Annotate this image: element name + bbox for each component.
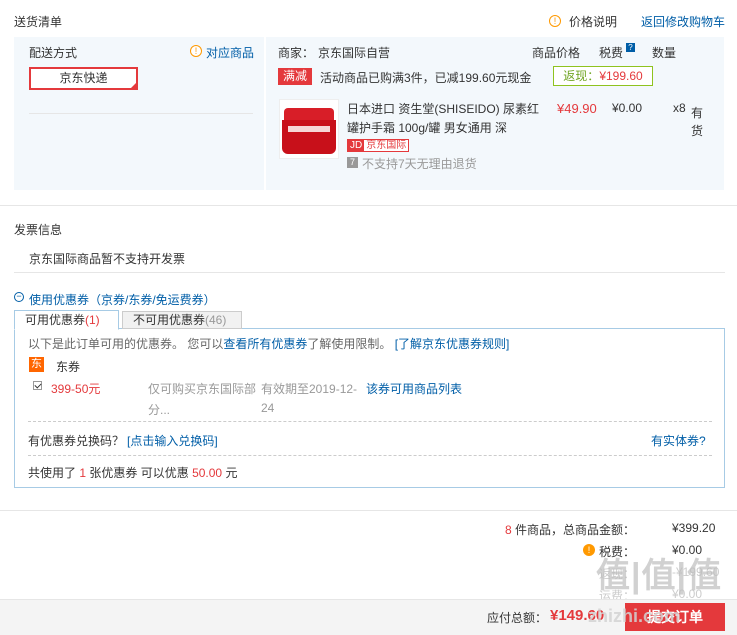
coupon-goods-list-link[interactable]: 该券可用商品列表 [366, 380, 462, 397]
no-return-text: 不支持7天无理由退货 [362, 157, 477, 171]
promo-tag: 满减 [278, 68, 312, 85]
coupon-section-toggle[interactable]: 使用优惠券（京券/东券/免运费券） [29, 291, 216, 308]
divider [28, 421, 712, 422]
col-qty-header: 数量 [652, 46, 677, 60]
coupon-expiry-line1: 有效期至2019-12- [261, 382, 358, 396]
selected-corner-icon [129, 81, 138, 90]
summary-count: 1 [79, 466, 87, 480]
price-explain-link[interactable]: 价格说明 [569, 13, 617, 30]
tax-info-icon[interactable]: ! [583, 544, 595, 556]
goods-count-label: 8 件商品，总商品金额： [505, 521, 635, 538]
divider [0, 205, 737, 206]
cashback-value: ¥199.60 [599, 69, 643, 83]
col-tax-header: 税费 [599, 46, 624, 60]
jd-logo-icon: JD [348, 140, 365, 151]
tab-count: (46) [205, 313, 227, 327]
summary-amount: 50.00 [192, 466, 223, 480]
tab-count: (1) [85, 313, 100, 327]
coupon-summary: 共使用了 1 张优惠券 可以优惠 50.00 元 [28, 464, 237, 481]
tab-label: 不可用优惠券 [133, 313, 206, 327]
tab-available-coupons[interactable]: 可用优惠券(1) [14, 310, 119, 330]
item-price: ¥49.90 [557, 101, 597, 116]
delivery-option-jd-express[interactable]: 京东快递 [29, 67, 138, 90]
goods-amount: ¥399.20 [672, 521, 716, 535]
physical-coupon-link[interactable]: 有实体券? [651, 432, 706, 449]
jar-lid-shape [284, 108, 334, 120]
view-all-coupons-link[interactable]: 查看所有优惠券 [223, 337, 307, 351]
info-icon: ! [190, 45, 202, 57]
promo-text: 活动商品已购满3件，已减199.60元现金 [320, 71, 532, 85]
product-title-link[interactable]: 日本进口 资生堂(SHISEIDO) 尿素红罐护手霜 100g/罐 男女通用 深 [347, 100, 542, 138]
coupon-value: 399-50元 [51, 382, 101, 396]
item-qty: x8 [673, 101, 686, 115]
invoice-note: 京东国际商品暂不支持开发票 [29, 252, 186, 266]
tab-label: 可用优惠券 [25, 313, 86, 327]
summary-3: 元 [225, 466, 238, 480]
coupon-scope-line1: 仅可购买京东国际部 [148, 382, 257, 396]
corresponding-goods-link[interactable]: 对应商品 [206, 44, 254, 61]
redeem-code-link[interactable]: [点击输入兑换码] [127, 432, 218, 449]
back-to-cart-link[interactable]: 返回修改购物车 [641, 13, 725, 30]
summary-2: 张优惠券 可以优惠 [89, 466, 189, 480]
merchant-name: 京东国际自营 [318, 46, 391, 60]
goods-count: 8 [505, 523, 512, 537]
delivery-option-label: 京东快递 [59, 71, 108, 85]
delivery-label: 配送方式 [29, 46, 78, 60]
watermark-logo: 值|值|值 [596, 557, 723, 595]
product-image[interactable] [279, 99, 339, 159]
desc-suffix: 了解使用限制。 [307, 337, 392, 351]
watermark-site: zhizhi.com [588, 606, 681, 626]
item-tax: ¥0.00 [612, 101, 643, 115]
coupon-expiry-line2: 24 [261, 401, 275, 415]
coupon-checkbox[interactable] [33, 381, 42, 390]
coupon-scope-line2: 分... [148, 403, 171, 417]
divider [29, 113, 253, 114]
section-title-delivery: 送货清单 [14, 15, 63, 29]
jar-label-shape [288, 126, 330, 132]
help-icon[interactable]: ? [626, 43, 635, 52]
invoice-title: 发票信息 [14, 223, 63, 237]
goods-count-text: 件商品，总商品金额： [515, 523, 636, 537]
desc-prefix: 以下是此订单可用的优惠券。 您可以 [28, 337, 224, 351]
tab-underline [14, 328, 725, 329]
divider [0, 510, 737, 511]
merchant-label: 商家： [278, 46, 315, 60]
intl-tag-label: 京东国际 [366, 140, 407, 151]
tab-unavailable-coupons[interactable]: 不可用优惠券(46) [122, 311, 242, 329]
col-price-header: 商品价格 [532, 46, 581, 60]
jd-international-tag: JD 京东国际 [347, 139, 410, 152]
coupon-desc: 以下是此订单可用的优惠券。 您可以查看所有优惠券了解使用限制。 [了解京东优惠券… [28, 335, 509, 352]
dong-coupon-icon: 东 [29, 357, 44, 372]
collapse-icon[interactable]: − [14, 292, 24, 302]
info-icon: ! [549, 15, 561, 27]
coupon-rules-link[interactable]: [了解京东优惠券规则] [395, 337, 510, 351]
divider [28, 455, 712, 456]
dong-coupon-label: 东券 [56, 360, 81, 374]
cashback-label: 返现： [563, 69, 600, 83]
no-return-icon: 7 [347, 157, 358, 168]
payable-label: 应付总额： [487, 611, 548, 625]
item-stock: 有货 [691, 106, 704, 138]
summary-1: 共使用了 [28, 466, 77, 480]
cashback-badge: 返现：¥199.60 [553, 66, 653, 86]
divider [14, 272, 725, 273]
redeem-question: 有优惠券兑换码？ [28, 434, 125, 448]
